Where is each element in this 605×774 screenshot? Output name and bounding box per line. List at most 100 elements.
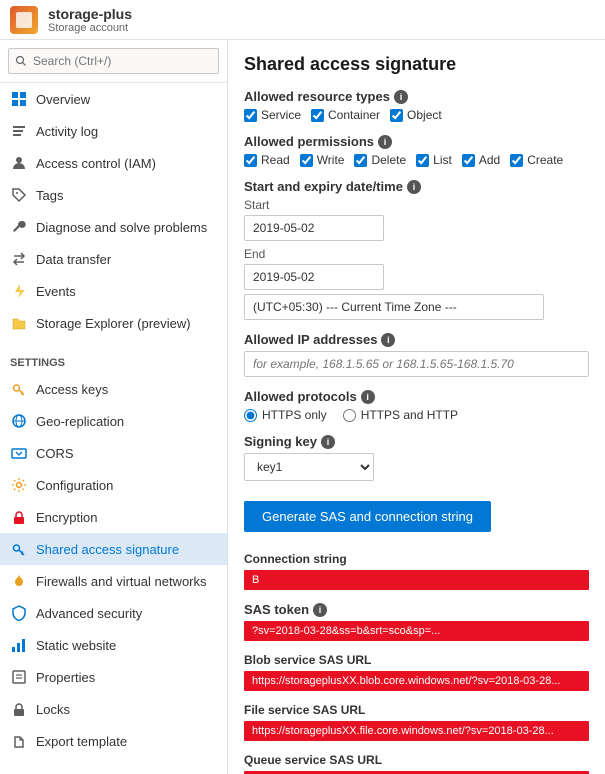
resource-type-service-checkbox[interactable] xyxy=(244,109,257,122)
perm-write-label: Write xyxy=(317,153,345,167)
resource-types-label: Allowed resource types i xyxy=(244,89,589,104)
activity-log-icon xyxy=(10,122,28,140)
blob-sas-url-value[interactable]: https://storageplusXX.blob.core.windows.… xyxy=(244,671,589,691)
sidebar-item-shared-access[interactable]: Shared access signature xyxy=(0,533,227,565)
sidebar-item-advanced-security[interactable]: Advanced security xyxy=(0,597,227,629)
perm-delete[interactable]: Delete xyxy=(354,153,406,167)
perm-read[interactable]: Read xyxy=(244,153,290,167)
signing-key-info-icon[interactable]: i xyxy=(321,435,335,449)
sidebar-item-overview[interactable]: Overview xyxy=(0,83,227,115)
protocol-https-only-radio[interactable] xyxy=(244,409,257,422)
perm-list[interactable]: List xyxy=(416,153,452,167)
connection-string-value[interactable]: B xyxy=(244,570,589,590)
sidebar-item-access-keys-label: Access keys xyxy=(36,382,108,397)
resource-type-service[interactable]: Service xyxy=(244,108,301,122)
top-bar: storage-plus Storage account xyxy=(0,0,605,40)
sidebar-item-export-template[interactable]: Export template xyxy=(0,725,227,757)
resource-types-info-icon[interactable]: i xyxy=(394,90,408,104)
perm-add-checkbox[interactable] xyxy=(462,154,475,167)
settings-section-label: Settings xyxy=(0,347,227,373)
sidebar-item-data-transfer[interactable]: Data transfer xyxy=(0,243,227,275)
sidebar-item-cors[interactable]: CORS xyxy=(0,437,227,469)
sidebar-item-shared-access-label: Shared access signature xyxy=(36,542,179,557)
sidebar-item-properties-label: Properties xyxy=(36,670,95,685)
app-title: storage-plus xyxy=(48,6,132,22)
signing-key-label: Signing key i xyxy=(244,434,589,449)
sidebar-item-encryption[interactable]: Encryption xyxy=(0,501,227,533)
start-date-input[interactable] xyxy=(244,215,384,241)
timezone-input[interactable] xyxy=(244,294,544,320)
generate-sas-button[interactable]: Generate SAS and connection string xyxy=(244,501,491,532)
protocol-https-only[interactable]: HTTPS only xyxy=(244,408,327,422)
resource-type-object-checkbox[interactable] xyxy=(390,109,403,122)
sidebar-item-iam-label: Access control (IAM) xyxy=(36,156,156,171)
resource-type-service-label: Service xyxy=(261,108,301,122)
sidebar-item-access-keys[interactable]: Access keys xyxy=(0,373,227,405)
sas-token-label: SAS token i xyxy=(244,602,589,617)
sidebar-item-geo-replication[interactable]: Geo-replication xyxy=(0,405,227,437)
sidebar-item-export-template-label: Export template xyxy=(36,734,127,749)
perm-write-checkbox[interactable] xyxy=(300,154,313,167)
sidebar-item-configuration[interactable]: Configuration xyxy=(0,469,227,501)
barchart-icon xyxy=(10,636,28,654)
sidebar-item-advanced-security-label: Advanced security xyxy=(36,606,142,621)
key2-icon xyxy=(10,540,28,558)
perm-read-label: Read xyxy=(261,153,290,167)
sidebar-item-activity-log-label: Activity log xyxy=(36,124,98,139)
signing-key-select[interactable]: key1 key2 xyxy=(244,453,374,481)
ip-info-icon[interactable]: i xyxy=(381,333,395,347)
end-date-input[interactable] xyxy=(244,264,384,290)
protocol-https-http[interactable]: HTTPS and HTTP xyxy=(343,408,458,422)
sidebar-item-events[interactable]: Events xyxy=(0,275,227,307)
perm-create-checkbox[interactable] xyxy=(510,154,523,167)
key-icon xyxy=(10,380,28,398)
perm-create[interactable]: Create xyxy=(510,153,563,167)
protocol-https-http-radio[interactable] xyxy=(343,409,356,422)
sidebar-item-firewalls-label: Firewalls and virtual networks xyxy=(36,574,207,589)
resource-type-container-checkbox[interactable] xyxy=(311,109,324,122)
ip-label: Allowed IP addresses i xyxy=(244,332,589,347)
start-sublabel: Start xyxy=(244,198,589,212)
protocols-info-icon[interactable]: i xyxy=(361,390,375,404)
perm-list-checkbox[interactable] xyxy=(416,154,429,167)
sidebar-item-static-website[interactable]: Static website xyxy=(0,629,227,661)
search-input[interactable] xyxy=(8,48,219,74)
sidebar-item-activity-log[interactable]: Activity log xyxy=(0,115,227,147)
sas-token-value[interactable]: ?sv=2018-03-28&ss=b&srt=sco&sp=... xyxy=(244,621,589,641)
sidebar-item-locks[interactable]: Locks xyxy=(0,693,227,725)
sidebar-item-iam[interactable]: Access control (IAM) xyxy=(0,147,227,179)
sidebar-item-overview-label: Overview xyxy=(36,92,90,107)
sidebar-item-encryption-label: Encryption xyxy=(36,510,97,525)
queue-sas-url-section: Queue service SAS URL https://storageplu… xyxy=(244,753,589,774)
title-area: storage-plus Storage account xyxy=(48,6,132,34)
blob-section-label: Blob service xyxy=(0,765,227,774)
resource-types-section: Allowed resource types i Service Contain… xyxy=(244,89,589,122)
cors-icon xyxy=(10,444,28,462)
folder-icon xyxy=(10,314,28,332)
sidebar-item-properties[interactable]: Properties xyxy=(0,661,227,693)
file-sas-url-value[interactable]: https://storageplusXX.file.core.windows.… xyxy=(244,721,589,741)
permissions-info-icon[interactable]: i xyxy=(378,135,392,149)
sidebar-item-locks-label: Locks xyxy=(36,702,70,717)
ip-input[interactable] xyxy=(244,351,589,377)
sidebar-item-diagnose[interactable]: Diagnose and solve problems xyxy=(0,211,227,243)
overview-icon xyxy=(10,90,28,108)
search-box[interactable] xyxy=(0,40,227,83)
perm-delete-checkbox[interactable] xyxy=(354,154,367,167)
datetime-info-icon[interactable]: i xyxy=(407,180,421,194)
protocols-radios: HTTPS only HTTPS and HTTP xyxy=(244,408,589,422)
permissions-checkboxes: Read Write Delete List Add xyxy=(244,153,589,167)
sidebar-item-tags[interactable]: Tags xyxy=(0,179,227,211)
end-sublabel: End xyxy=(244,247,589,261)
file-sas-url-section: File service SAS URL https://storageplus… xyxy=(244,703,589,741)
sidebar-item-storage-explorer[interactable]: Storage Explorer (preview) xyxy=(0,307,227,339)
resource-type-object[interactable]: Object xyxy=(390,108,442,122)
resource-type-container[interactable]: Container xyxy=(311,108,380,122)
sas-token-info-icon[interactable]: i xyxy=(313,603,327,617)
sidebar-item-firewalls[interactable]: Firewalls and virtual networks xyxy=(0,565,227,597)
perm-read-checkbox[interactable] xyxy=(244,154,257,167)
perm-write[interactable]: Write xyxy=(300,153,345,167)
file-sas-url-label: File service SAS URL xyxy=(244,703,589,717)
sidebar-item-events-label: Events xyxy=(36,284,76,299)
perm-add[interactable]: Add xyxy=(462,153,500,167)
